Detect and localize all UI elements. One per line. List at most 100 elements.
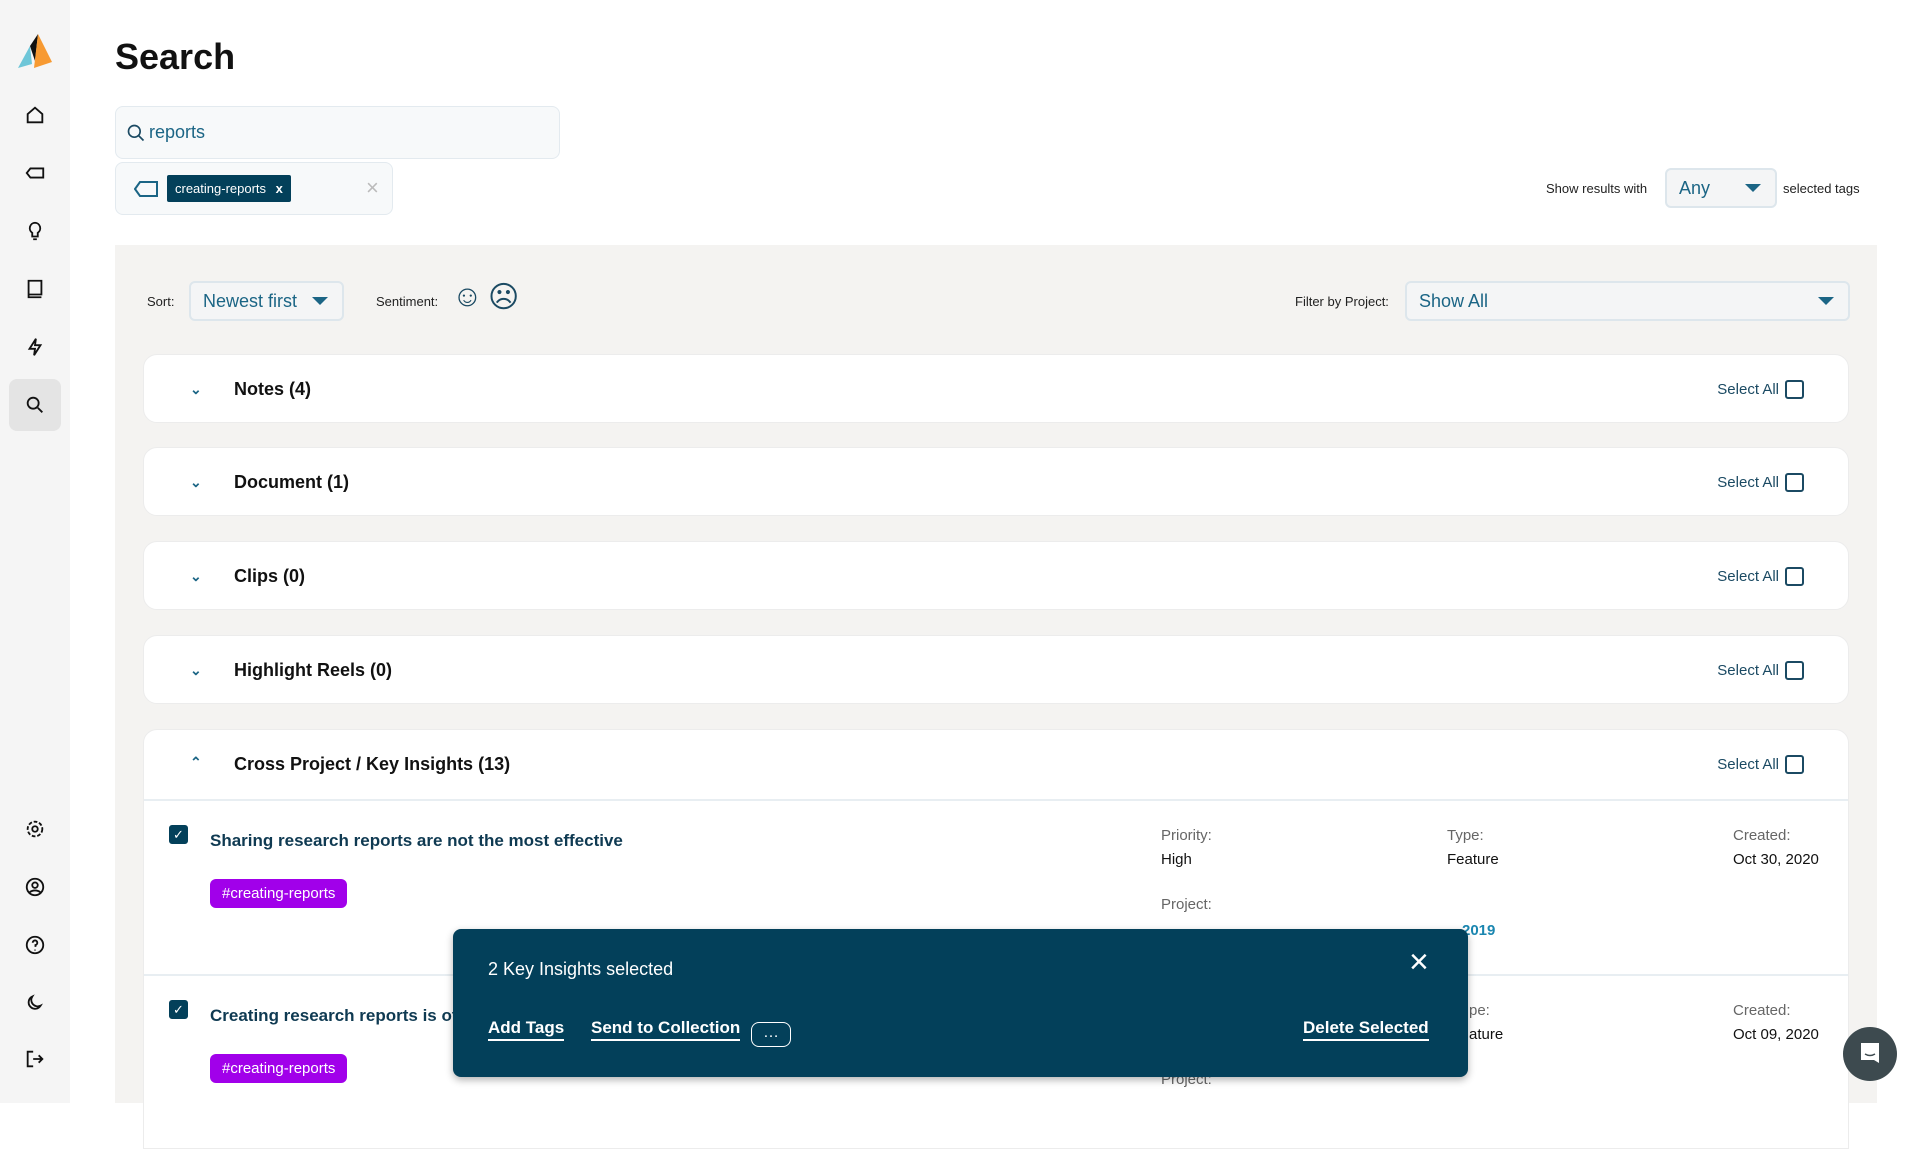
gear-icon [26, 820, 44, 838]
select-all-label: Select All [1717, 381, 1779, 398]
chevron-down-icon[interactable]: ⌄ [190, 474, 202, 491]
insight-title[interactable]: Creating research reports is of [210, 1006, 458, 1026]
more-options-button[interactable]: … [751, 1022, 791, 1047]
section-header[interactable]: ⌄ Document (1) Select All [144, 448, 1848, 517]
tag-match-value: Any [1679, 177, 1711, 198]
page-title: Search [115, 36, 236, 77]
sidebar-item-settings[interactable] [9, 803, 61, 855]
negative-sentiment-button[interactable]: ☹ [488, 280, 519, 315]
type-label: Type: [1447, 827, 1484, 844]
sentiment-label: Sentiment: [376, 294, 439, 309]
remove-tag-button[interactable]: x [276, 181, 283, 196]
sidebar-item-home[interactable] [9, 89, 61, 141]
chevron-up-icon[interactable]: ⌃ [190, 754, 202, 771]
select-all-checkbox[interactable] [1785, 661, 1804, 680]
chevron-down-icon[interactable]: ⌄ [190, 381, 202, 398]
send-to-collection-button[interactable]: Send to Collection [591, 1018, 741, 1041]
sidebar-item-search[interactable] [9, 379, 61, 431]
chevron-down-icon [312, 297, 328, 305]
sidebar-item-dark-mode[interactable] [9, 977, 61, 1029]
selected-tag-chip: creating-reports x [167, 175, 291, 202]
chat-launcher-button[interactable] [1843, 1027, 1897, 1081]
section-title: Clips (0) [234, 566, 306, 586]
search-icon [26, 396, 43, 413]
moon-icon [27, 994, 43, 1010]
select-all[interactable]: Select All [1717, 661, 1804, 680]
section-title: Document (1) [234, 472, 350, 492]
insight-tag[interactable]: #creating-reports [210, 879, 348, 908]
section-notes: ⌄ Notes (4) Select All [143, 354, 1849, 423]
book-icon [27, 279, 43, 299]
tag-filter-input[interactable]: creating-reports x × [115, 162, 393, 215]
section-header[interactable]: ⌄ Notes (4) Select All [144, 355, 1848, 424]
insight-title[interactable]: Sharing research reports are not the mos… [210, 831, 623, 851]
chevron-down-icon[interactable]: ⌄ [190, 568, 202, 585]
sidebar-item-help[interactable] [9, 919, 61, 971]
chat-icon [1861, 1043, 1879, 1063]
select-all-label: Select All [1717, 662, 1779, 679]
selection-action-bar: 2 Key Insights selected × Add Tags Send … [453, 929, 1468, 1077]
created-value: Oct 30, 2020 [1733, 851, 1819, 868]
chevron-down-icon[interactable]: ⌄ [190, 662, 202, 679]
sort-value: Newest first [203, 290, 298, 311]
section-title: Highlight Reels (0) [234, 660, 393, 680]
section-header[interactable]: ⌄ Clips (0) Select All [144, 542, 1848, 611]
section-title: Cross Project / Key Insights (13) [234, 754, 511, 774]
clear-tags-button[interactable]: × [366, 175, 379, 201]
select-all-label: Select All [1717, 756, 1779, 773]
tag-match-suffix: selected tags [1783, 181, 1860, 196]
priority-value: High [1161, 851, 1192, 868]
priority-label: Priority: [1161, 827, 1212, 844]
lightbulb-icon [28, 221, 42, 241]
section-header[interactable]: ⌃ Cross Project / Key Insights (13) Select… [144, 730, 1848, 799]
delete-selected-button[interactable]: Delete Selected [1303, 1018, 1429, 1041]
type-label: pe: [1469, 1002, 1490, 1019]
insight-tag[interactable]: #creating-reports [210, 1054, 348, 1083]
sidebar-item-logout[interactable] [9, 1033, 61, 1085]
select-all-checkbox[interactable] [1785, 567, 1804, 586]
select-all-checkbox[interactable] [1785, 755, 1804, 774]
insight-checkbox[interactable]: ✓ [169, 1000, 188, 1019]
sidebar-item-profile[interactable] [9, 861, 61, 913]
sidebar-item-insights[interactable] [9, 205, 61, 257]
close-icon[interactable]: × [1409, 943, 1429, 982]
search-query[interactable]: reports [149, 122, 205, 143]
sidebar [0, 0, 70, 1103]
tag-icon [25, 167, 45, 179]
home-icon [26, 106, 44, 124]
sort-select[interactable]: Newest first [189, 281, 344, 321]
created-label: Created: [1733, 827, 1791, 844]
select-all[interactable]: Select All [1717, 380, 1804, 399]
select-all[interactable]: Select All [1717, 755, 1804, 774]
select-all[interactable]: Select All [1717, 567, 1804, 586]
app-logo[interactable] [18, 34, 52, 75]
lightning-icon [27, 338, 43, 356]
section-header[interactable]: ⌄ Highlight Reels (0) Select All [144, 636, 1848, 705]
add-tags-button[interactable]: Add Tags [488, 1018, 565, 1041]
logout-icon [26, 1050, 44, 1068]
sidebar-item-tags[interactable] [9, 147, 61, 199]
project-label: Project: [1161, 896, 1212, 913]
search-icon [127, 124, 145, 142]
select-all-label: Select All [1717, 474, 1779, 491]
select-all-label: Select All [1717, 568, 1779, 585]
section-document: ⌄ Document (1) Select All [143, 447, 1849, 516]
insight-checkbox[interactable]: ✓ [169, 825, 188, 844]
project-filter-select[interactable]: Show All [1405, 281, 1850, 321]
positive-sentiment-button[interactable]: ☺ [452, 280, 483, 314]
tag-match-prefix: Show results with [1546, 181, 1648, 196]
tag-match-select[interactable]: Any [1665, 168, 1777, 208]
chevron-down-icon [1818, 297, 1834, 305]
search-input[interactable]: reports [115, 106, 560, 159]
select-all-checkbox[interactable] [1785, 380, 1804, 399]
sidebar-item-activity[interactable] [9, 321, 61, 373]
user-circle-icon [25, 877, 45, 897]
tag-icon [134, 181, 158, 197]
select-all[interactable]: Select All [1717, 473, 1804, 492]
section-clips: ⌄ Clips (0) Select All [143, 541, 1849, 610]
select-all-checkbox[interactable] [1785, 473, 1804, 492]
section-highlight-reels: ⌄ Highlight Reels (0) Select All [143, 635, 1849, 704]
type-value: ature [1469, 1026, 1504, 1043]
sidebar-item-library[interactable] [9, 263, 61, 315]
chevron-down-icon [1745, 184, 1761, 192]
